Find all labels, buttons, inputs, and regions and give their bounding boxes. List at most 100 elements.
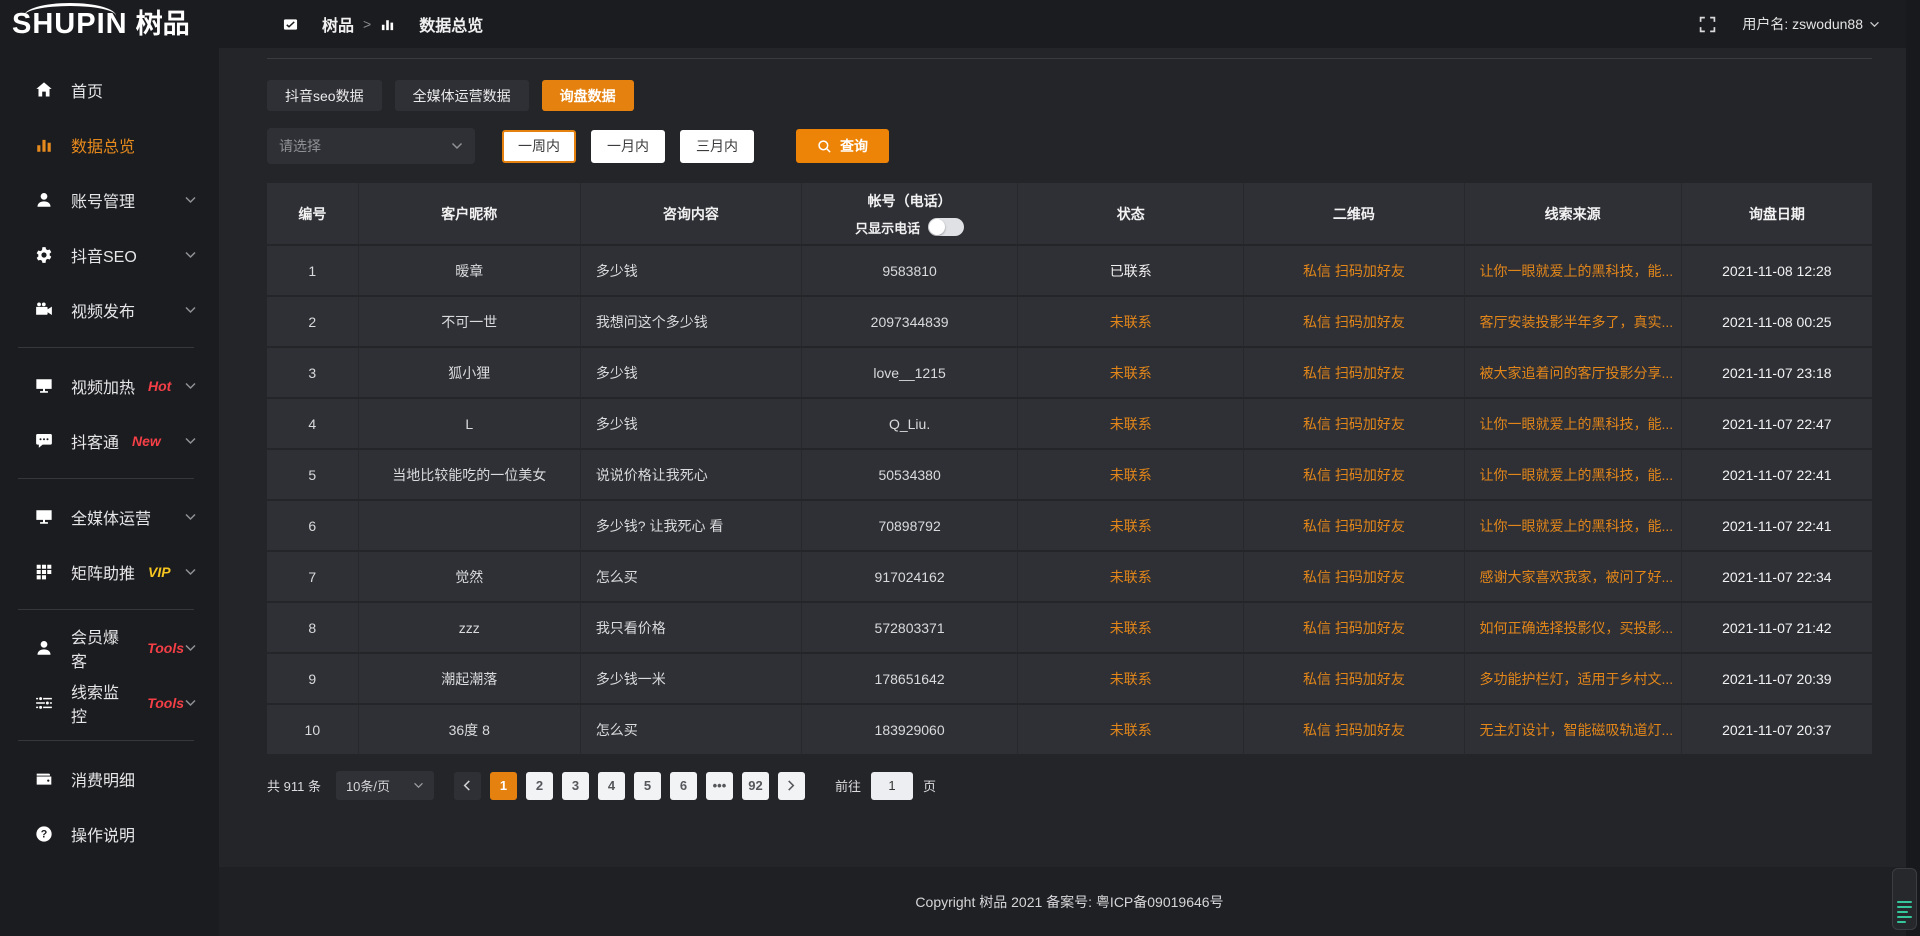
cell-source[interactable]: 多功能护栏灯，适用于乡村文... [1465, 654, 1682, 705]
username-label: 用户名: zswodun88 [1742, 14, 1863, 34]
cell-qrcode[interactable]: 私信 扫码加好友 [1244, 603, 1464, 654]
column-header-3: 帐号（电话）只显示电话 [802, 183, 1018, 246]
query-button[interactable]: 查询 [796, 129, 889, 163]
prev-page-button[interactable] [454, 772, 481, 800]
cell-qrcode[interactable]: 私信 扫码加好友 [1244, 705, 1464, 756]
cell-source[interactable]: 让你一眼就爱上的黑科技，能... [1465, 501, 1682, 552]
question-icon: ? [34, 824, 54, 844]
page-button-6[interactable]: 6 [670, 772, 697, 800]
sidebar-item-douyin-seo[interactable]: 抖音SEO [0, 227, 219, 282]
cell-date: 2021-11-07 21:42 [1682, 603, 1872, 654]
sidebar-divider [18, 609, 194, 610]
sidebar-item-matrix-boost[interactable]: 矩阵助推VIP [0, 544, 219, 599]
goto-page-input[interactable] [871, 772, 913, 800]
phone-toggle-label: 只显示电话 [855, 218, 920, 237]
page-button-4[interactable]: 4 [598, 772, 625, 800]
sidebar-item-label: 会员爆客 [71, 624, 134, 672]
topbar-divider [267, 48, 1872, 59]
breadcrumb-home-label: 树品 [322, 12, 354, 36]
cell-qrcode[interactable]: 私信 扫码加好友 [1244, 246, 1464, 297]
chevron-down-icon [184, 382, 197, 390]
tab-omni-media-data[interactable]: 全媒体运营数据 [395, 80, 529, 111]
member-icon [34, 638, 54, 658]
date-range-three-months[interactable]: 三月内 [680, 130, 754, 163]
data-tabs: 抖音seo数据全媒体运营数据询盘数据 [267, 80, 1872, 111]
breadcrumb-home[interactable]: 树品 [283, 12, 354, 36]
sidebar-item-member-burst[interactable]: 会员爆客Tools [0, 620, 219, 675]
filter-select[interactable]: 请选择 [267, 128, 475, 164]
sidebar-item-account-management[interactable]: 账号管理 [0, 172, 219, 227]
sidebar-item-video-heat[interactable]: 视频加热Hot [0, 358, 219, 413]
cell-source[interactable]: 让你一眼就爱上的黑科技，能... [1465, 399, 1682, 450]
cell-status: 未联系 [1018, 450, 1244, 501]
svg-text:?: ? [41, 828, 48, 840]
logo[interactable]: SHUPIN 树品 [0, 10, 219, 39]
cell-source[interactable]: 如何正确选择投影仪，买投影... [1465, 603, 1682, 654]
page-button-3[interactable]: 3 [562, 772, 589, 800]
cell-source[interactable]: 无主灯设计，智能磁吸轨道灯... [1465, 705, 1682, 756]
sidebar-item-douketong[interactable]: 抖客通New [0, 413, 219, 468]
sidebar-item-label: 视频加热 [71, 374, 135, 398]
sidebar-item-badge: Tools [147, 695, 184, 711]
page-scrollbar[interactable] [1906, 0, 1920, 936]
date-range-one-month[interactable]: 一月内 [591, 130, 665, 163]
sidebar-item-lead-monitor[interactable]: 线索监控Tools [0, 675, 219, 730]
cell-source[interactable]: 客厅安装投影半年多了，真实... [1465, 297, 1682, 348]
column-header-6: 线索来源 [1465, 183, 1682, 246]
sidebar-item-video-publish[interactable]: 视频发布 [0, 282, 219, 337]
date-range-one-week[interactable]: 一周内 [502, 130, 576, 163]
tab-douyin-seo-data[interactable]: 抖音seo数据 [267, 80, 382, 111]
sidebar-item-label: 操作说明 [71, 822, 135, 846]
tab-inquiry-data[interactable]: 询盘数据 [542, 80, 634, 111]
cell-content: 我只看价格 [581, 603, 802, 654]
sidebar-item-data-overview[interactable]: 数据总览 [0, 117, 219, 172]
sidebar-item-operation-guide[interactable]: ? 操作说明 [0, 806, 219, 861]
floating-widget[interactable] [1892, 868, 1917, 930]
cell-source[interactable]: 感谢大家喜欢我家，被问了好... [1465, 552, 1682, 603]
cell-id: 9 [267, 654, 359, 705]
cell-date: 2021-11-08 12:28 [1682, 246, 1872, 297]
cell-content: 怎么买 [581, 552, 802, 603]
cell-source[interactable]: 被大家追着问的客厅投影分享... [1465, 348, 1682, 399]
cell-qrcode[interactable]: 私信 扫码加好友 [1244, 297, 1464, 348]
pagination: 共 911 条 10条/页 123456•••92 前往 页 [267, 771, 1872, 800]
page-button-1[interactable]: 1 [490, 772, 517, 800]
sidebar-item-badge: VIP [148, 564, 171, 580]
cell-source[interactable]: 让你一眼就爱上的黑科技，能... [1465, 450, 1682, 501]
chevron-down-icon [184, 196, 197, 204]
cell-qrcode[interactable]: 私信 扫码加好友 [1244, 399, 1464, 450]
cell-content: 多少钱 [581, 399, 802, 450]
logo-suffix: 树品 [136, 11, 190, 38]
cell-qrcode[interactable]: 私信 扫码加好友 [1244, 450, 1464, 501]
home-icon [34, 80, 54, 100]
page-ellipsis[interactable]: ••• [706, 772, 733, 800]
sidebar-item-consume-detail[interactable]: 消费明细 [0, 751, 219, 806]
chevron-down-icon [184, 644, 197, 652]
cell-qrcode[interactable]: 私信 扫码加好友 [1244, 501, 1464, 552]
chevron-down-icon [184, 251, 197, 259]
cell-account: 2097344839 [802, 297, 1018, 348]
cell-qrcode[interactable]: 私信 扫码加好友 [1244, 654, 1464, 705]
cell-account: 572803371 [802, 603, 1018, 654]
monitor-icon [34, 507, 54, 527]
fullscreen-icon[interactable] [1699, 16, 1716, 33]
cell-id: 5 [267, 450, 359, 501]
cell-qrcode[interactable]: 私信 扫码加好友 [1244, 552, 1464, 603]
page-button-2[interactable]: 2 [526, 772, 553, 800]
page-button-92[interactable]: 92 [742, 772, 769, 800]
main-content: 抖音seo数据全媒体运营数据询盘数据 请选择 一周内一月内三月内 查询 编号客户… [219, 48, 1920, 936]
cell-qrcode[interactable]: 私信 扫码加好友 [1244, 348, 1464, 399]
sidebar-item-home[interactable]: 首页 [0, 62, 219, 117]
breadcrumb-current[interactable]: 数据总览 [380, 12, 483, 36]
page-size-select[interactable]: 10条/页 [336, 771, 434, 800]
page-button-5[interactable]: 5 [634, 772, 661, 800]
user-menu[interactable]: 用户名: zswodun88 [1742, 14, 1880, 34]
next-page-button[interactable] [778, 772, 805, 800]
phone-only-toggle[interactable] [928, 218, 964, 236]
cell-account: 178651642 [802, 654, 1018, 705]
sidebar-item-omni-media[interactable]: 全媒体运营 [0, 489, 219, 544]
filter-select-placeholder: 请选择 [279, 136, 321, 156]
cell-source[interactable]: 让你一眼就爱上的黑科技，能... [1465, 246, 1682, 297]
cell-nickname: 当地比较能吃的一位美女 [359, 450, 581, 501]
cell-account: Q_Liu. [802, 399, 1018, 450]
